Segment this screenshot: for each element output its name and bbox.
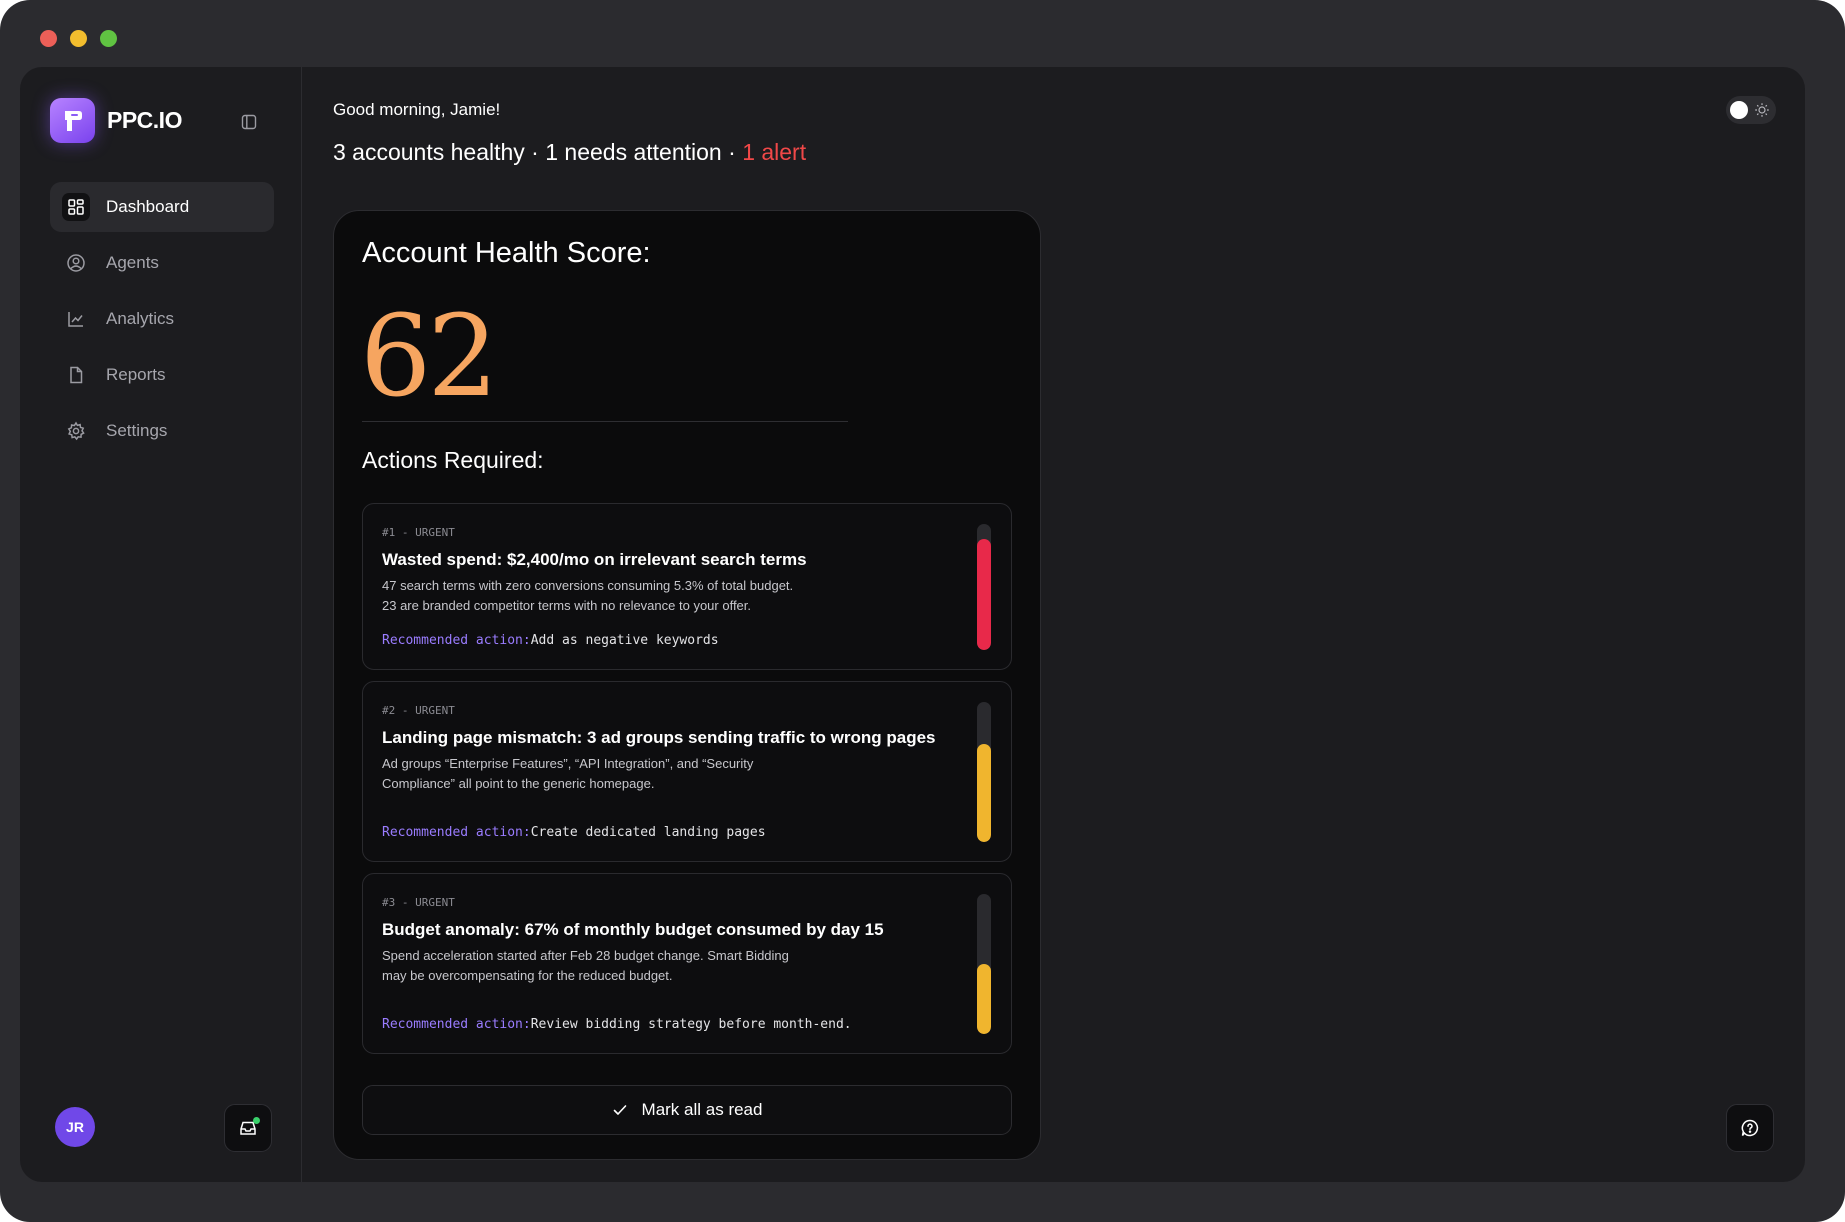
chat-help-icon: [1741, 1119, 1759, 1137]
sidebar-item-label: Reports: [106, 365, 166, 384]
action-description: Spend acceleration started after Feb 28 …: [382, 946, 822, 986]
window-controls: [40, 30, 117, 47]
action-item-3[interactable]: #3 - URGENT Budget anomaly: 67% of month…: [362, 873, 1012, 1054]
sidebar-collapse-icon[interactable]: [239, 112, 259, 132]
recommended-action: Recommended action:Add as negative keywo…: [382, 633, 719, 648]
action-description: Ad groups “Enterprise Features”, “API In…: [382, 754, 822, 794]
user-circle-icon: [62, 249, 90, 277]
recommended-action-label: Recommended action:: [382, 1017, 531, 1032]
theme-toggle[interactable]: [1726, 96, 1776, 124]
inbox-button[interactable]: [224, 1104, 272, 1152]
summary-attention: 1 needs attention: [545, 139, 722, 165]
account-health-card: Account Health Score: 62 Actions Require…: [333, 210, 1041, 1160]
action-description-line: Compliance” all point to the generic hom…: [382, 776, 655, 791]
account-summary: 3 accounts healthy · 1 needs attention ·…: [333, 139, 806, 166]
action-description: 47 search terms with zero conversions co…: [382, 576, 822, 616]
gear-icon: [62, 417, 90, 445]
divider: [362, 421, 848, 422]
action-title: Budget anomaly: 67% of monthly budget co…: [382, 920, 884, 939]
app-window: PPC.IO Dashboard Agents Analytics Report…: [0, 0, 1845, 1222]
action-description-line: Spend acceleration started after Feb 28 …: [382, 948, 789, 963]
sidebar-item-label: Settings: [106, 421, 168, 440]
action-description-line: 23 are branded competitor terms with no …: [382, 598, 752, 613]
toggle-knob: [1730, 101, 1748, 119]
actions-required-title: Actions Required:: [362, 447, 544, 473]
recommended-action-label: Recommended action:: [382, 825, 531, 840]
greeting: Good morning, Jamie!: [333, 100, 501, 119]
summary-healthy: 3 accounts healthy: [333, 139, 525, 165]
app-content: PPC.IO Dashboard Agents Analytics Report…: [20, 67, 1805, 1182]
avatar[interactable]: JR: [55, 1107, 95, 1147]
main-nav: Dashboard Agents Analytics Reports Setti…: [50, 182, 274, 462]
sidebar-item-settings[interactable]: Settings: [50, 406, 274, 456]
sidebar-item-agents[interactable]: Agents: [50, 238, 274, 288]
line-chart-icon: [62, 305, 90, 333]
summary-separator: ·: [524, 139, 546, 165]
notification-dot: [253, 1117, 260, 1124]
action-item-1[interactable]: #1 - URGENT Wasted spend: $2,400/mo on i…: [362, 503, 1012, 670]
summary-separator: ·: [721, 139, 743, 165]
sidebar-item-reports[interactable]: Reports: [50, 350, 274, 400]
sidebar-item-dashboard[interactable]: Dashboard: [50, 182, 274, 232]
brand-logo-icon: [50, 98, 95, 143]
sidebar-item-analytics[interactable]: Analytics: [50, 294, 274, 344]
sidebar-item-label: Analytics: [106, 309, 175, 328]
brand-name: PPC.IO: [107, 107, 182, 133]
health-score-value: 62: [360, 292, 499, 422]
maximize-window-button[interactable]: [100, 30, 117, 47]
summary-alert-link[interactable]: 1 alert: [742, 139, 806, 165]
severity-bar: [977, 524, 991, 650]
action-meta: #2 - URGENT: [382, 704, 455, 717]
action-title: Wasted spend: $2,400/mo on irrelevant se…: [382, 550, 807, 569]
severity-bar-fill: [977, 964, 991, 1034]
severity-bar: [977, 702, 991, 842]
brand[interactable]: PPC.IO: [50, 98, 182, 143]
close-window-button[interactable]: [40, 30, 57, 47]
minimize-window-button[interactable]: [70, 30, 87, 47]
recommended-action-value: Review bidding strategy before month-end…: [530, 1017, 852, 1032]
action-description-line: may be overcompensating for the reduced …: [382, 968, 673, 983]
recommended-action-value: Create dedicated landing pages: [530, 825, 766, 840]
recommended-action: Recommended action:Create dedicated land…: [382, 825, 766, 840]
dashboard-grid-icon: [62, 193, 90, 221]
action-meta: #1 - URGENT: [382, 526, 455, 539]
sidebar: PPC.IO Dashboard Agents Analytics Report…: [20, 67, 302, 1182]
action-item-2[interactable]: #2 - URGENT Landing page mismatch: 3 ad …: [362, 681, 1012, 862]
severity-bar-fill: [977, 539, 991, 650]
mark-all-read-button[interactable]: Mark all as read: [362, 1085, 1012, 1135]
sidebar-item-label: Dashboard: [106, 197, 190, 216]
recommended-action-value: Add as negative keywords: [530, 633, 719, 648]
sidebar-item-label: Agents: [106, 253, 159, 272]
document-icon: [62, 361, 90, 389]
mark-all-read-label: Mark all as read: [641, 1100, 763, 1119]
recommended-action-label: Recommended action:: [382, 633, 531, 648]
severity-bar: [977, 894, 991, 1034]
action-title: Landing page mismatch: 3 ad groups sendi…: [382, 728, 936, 747]
recommended-action: Recommended action:Review bidding strate…: [382, 1017, 852, 1032]
severity-bar-fill: [977, 744, 991, 842]
action-description-line: 47 search terms with zero conversions co…: [382, 578, 794, 593]
check-icon: [613, 1105, 626, 1115]
chat-support-button[interactable]: [1726, 1104, 1774, 1152]
health-score-title: Account Health Score:: [362, 237, 651, 269]
sun-icon: [1755, 103, 1769, 117]
action-meta: #3 - URGENT: [382, 896, 455, 909]
action-description-line: Ad groups “Enterprise Features”, “API In…: [382, 756, 754, 771]
